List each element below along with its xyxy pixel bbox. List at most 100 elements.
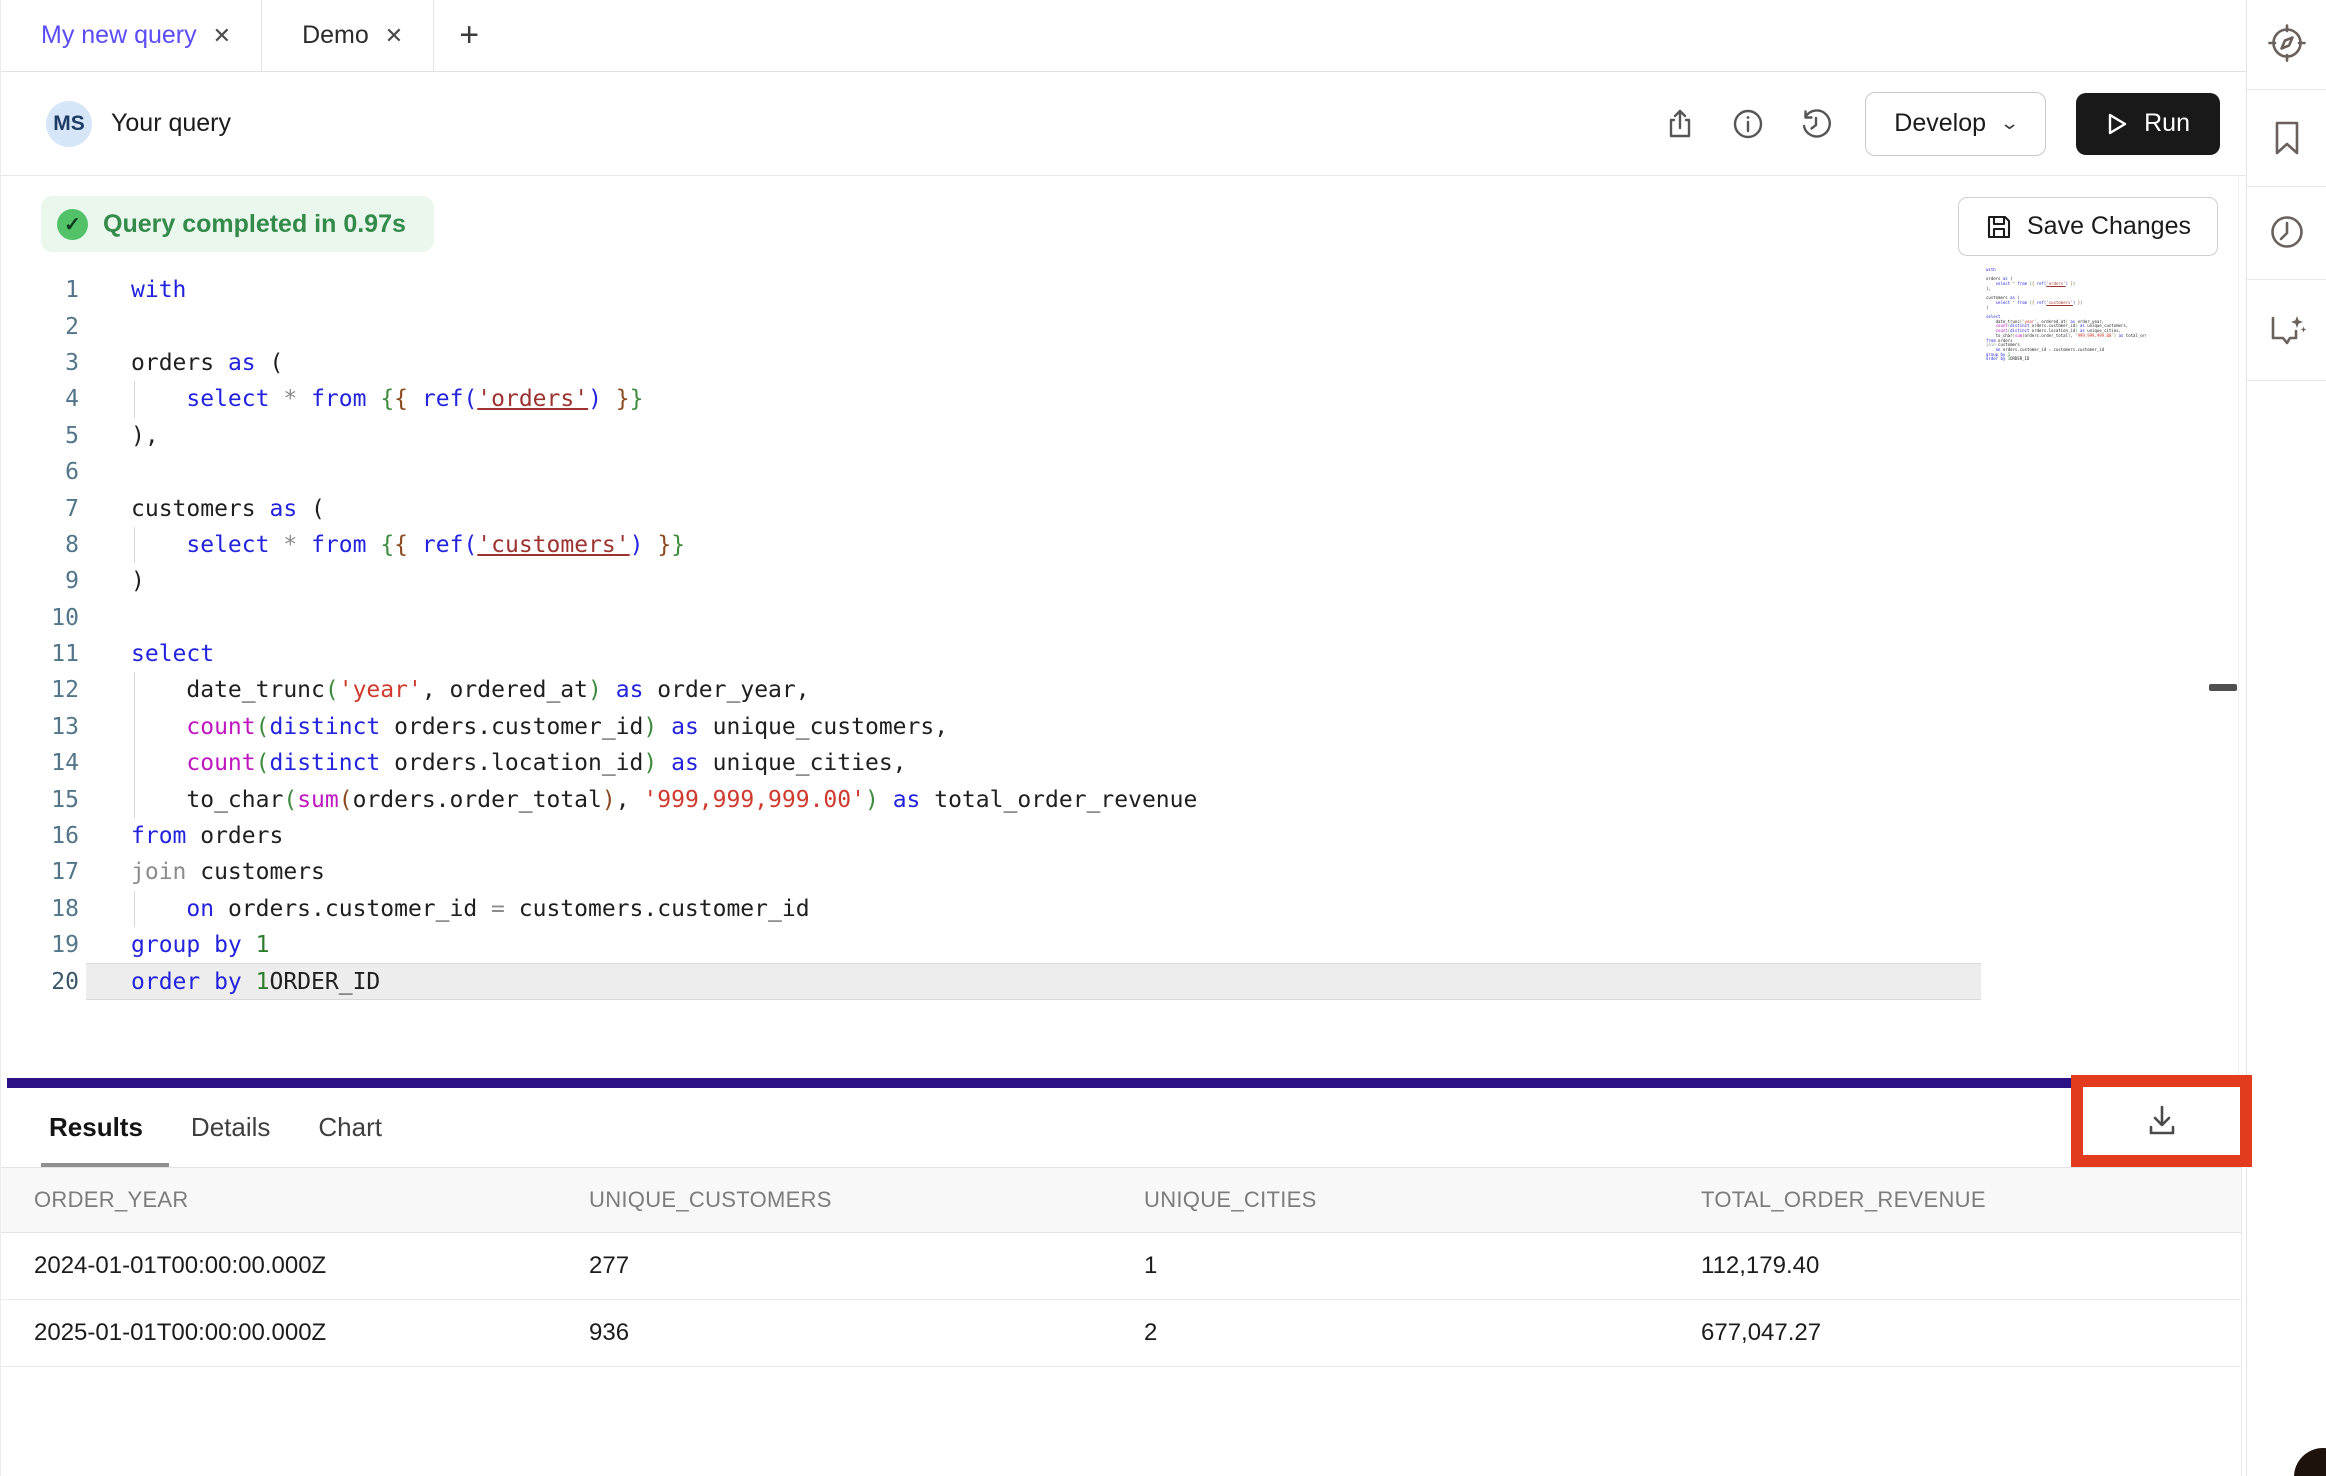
panel-resize-divider[interactable] (7, 1078, 2239, 1088)
line-number: 14 (1, 750, 79, 776)
tab-label: My new query (41, 21, 197, 50)
editor-tab-my-new-query[interactable]: My new query ✕ (1, 0, 262, 71)
code-line-6[interactable]: 6 (1, 454, 2246, 490)
code-text: to_char(sum(orders.order_total), '999,99… (131, 787, 1197, 813)
results-tab-chart[interactable]: Chart (318, 1112, 382, 1143)
status-text: Query completed in 0.97s (103, 210, 406, 239)
code-line-19[interactable]: 19 group by 1 (1, 927, 2246, 963)
code-line-9[interactable]: 9) (1, 563, 2246, 599)
main-panel: My new query ✕ Demo ✕ + MS Your query (1, 0, 2246, 1476)
line-number: 10 (1, 605, 79, 631)
table-cell: 1 (1144, 1252, 1701, 1280)
line-number: 4 (1, 386, 79, 412)
info-icon[interactable] (1729, 105, 1767, 143)
code-text: with (131, 277, 186, 303)
code-text: order by 1ORDER_ID (131, 969, 380, 995)
editor-minimap[interactable]: with orders as ( select * from {{ ref('o… (1986, 268, 2146, 378)
bookmark-icon[interactable] (2265, 116, 2309, 160)
table-cell: 2025-01-01T00:00:00.000Z (1, 1319, 589, 1347)
table-cell: 677,047.27 (1701, 1319, 2241, 1347)
run-button[interactable]: Run (2076, 93, 2220, 155)
code-line-5[interactable]: 5), (1, 418, 2246, 454)
editor-edge-divider (2238, 176, 2239, 1078)
results-tab-results[interactable]: Results (49, 1112, 143, 1143)
sidebar-divider (2247, 186, 2326, 187)
chat-sparkle-icon[interactable] (2265, 308, 2309, 352)
line-number: 11 (1, 641, 79, 667)
code-line-13[interactable]: 13 count(distinct orders.customer_id) as… (1, 709, 2246, 745)
line-number: 1 (1, 277, 79, 303)
run-label: Run (2144, 109, 2190, 138)
download-results-button[interactable] (2137, 1096, 2187, 1146)
chevron-down-icon: ⌄ (1999, 113, 2019, 134)
code-line-2[interactable]: 2 (1, 308, 2246, 344)
code-line-11[interactable]: 11select (1, 636, 2246, 672)
query-status-badge: ✓ Query completed in 0.97s (41, 196, 434, 252)
code-text: select * from {{ ref('orders') }} (131, 386, 644, 412)
tab-label: Demo (302, 21, 369, 50)
code-line-10[interactable]: 10 (1, 600, 2246, 636)
table-cell: 277 (589, 1252, 1144, 1280)
code-text: select * from {{ ref('customers') }} (131, 532, 685, 558)
code-line-16[interactable]: 16from orders (1, 818, 2246, 854)
line-number: 15 (1, 787, 79, 813)
code-line-18[interactable]: 18 on orders.customer_id = customers.cus… (1, 891, 2246, 927)
compass-icon[interactable] (2265, 21, 2309, 65)
code-line-8[interactable]: 8 select * from {{ ref('customers') }} (1, 527, 2246, 563)
sql-editor[interactable]: ✓ Query completed in 0.97s Save Changes … (1, 176, 2246, 1078)
new-tab-button[interactable]: + (434, 0, 504, 71)
page-title: Your query (111, 109, 231, 138)
table-cell: 112,179.40 (1701, 1252, 2241, 1280)
clock-icon[interactable] (2265, 210, 2309, 254)
play-icon (2106, 112, 2128, 136)
code-text: ) (131, 568, 145, 594)
line-number: 2 (1, 314, 79, 340)
table-row[interactable]: 2025-01-01T00:00:00.000Z9362677,047.27 (1, 1300, 2241, 1367)
avatar: MS (46, 101, 92, 147)
code-line-1[interactable]: 1 with (1, 272, 2246, 308)
tab-bar: My new query ✕ Demo ✕ + (1, 0, 2246, 72)
code-line-3[interactable]: 3orders as ( (1, 345, 2246, 381)
column-header: TOTAL_ORDER_REVENUE (1701, 1187, 2241, 1213)
code-text: group by 1 (131, 932, 270, 958)
sidebar-divider (2247, 279, 2326, 280)
column-header: UNIQUE_CITIES (1144, 1187, 1701, 1213)
develop-dropdown[interactable]: Develop ⌄ (1865, 92, 2046, 156)
results-table: ORDER_YEARUNIQUE_CUSTOMERSUNIQUE_CITIEST… (1, 1167, 2241, 1367)
code-text: ), (131, 423, 159, 449)
line-number: 17 (1, 859, 79, 885)
table-cell: 2024-01-01T00:00:00.000Z (1, 1252, 589, 1280)
code-line-4[interactable]: 4 select * from {{ ref('orders') }} (1, 381, 2246, 417)
results-tab-details[interactable]: Details (191, 1112, 270, 1143)
scrollbar-handle[interactable] (2209, 684, 2237, 691)
history-icon[interactable] (1797, 105, 1835, 143)
line-number: 7 (1, 496, 79, 522)
floppy-icon (1985, 213, 2013, 241)
save-changes-button[interactable]: Save Changes (1958, 197, 2218, 256)
line-number: 18 (1, 896, 79, 922)
code-line-17[interactable]: 17join customers (1, 854, 2246, 890)
close-icon[interactable]: ✕ (213, 25, 231, 47)
line-number: 9 (1, 568, 79, 594)
check-circle-icon: ✓ (57, 209, 88, 240)
right-sidebar (2246, 0, 2326, 1476)
annotation-highlight-rect (2071, 1075, 2252, 1167)
share-icon[interactable] (1661, 105, 1699, 143)
results-panel: Results Details Chart ORDER_YEARUNIQUE_CUS… (1, 1088, 2246, 1476)
code-line-20[interactable]: 20order by 1ORDER_ID (1, 963, 2246, 999)
code-text: on orders.customer_id = customers.custom… (131, 896, 810, 922)
table-row[interactable]: 2024-01-01T00:00:00.000Z2771112,179.40 (1, 1233, 2241, 1300)
close-icon[interactable]: ✕ (385, 25, 403, 47)
editor-tab-demo[interactable]: Demo ✕ (262, 0, 434, 71)
code-line-14[interactable]: 14 count(distinct orders.location_id) as… (1, 745, 2246, 781)
line-number: 19 (1, 932, 79, 958)
code-line-15[interactable]: 15 to_char(sum(orders.order_total), '999… (1, 781, 2246, 817)
code-area[interactable]: 1with23orders as (4 select * from {{ ref… (1, 272, 2246, 1000)
line-number: 8 (1, 532, 79, 558)
code-line-7[interactable]: 7customers as ( (1, 490, 2246, 526)
code-text: from orders (131, 823, 283, 849)
sidebar-divider (2247, 380, 2326, 381)
save-label: Save Changes (2027, 212, 2191, 241)
code-text: orders as ( (131, 350, 283, 376)
code-line-12[interactable]: 12 date_trunc('year', ordered_at) as ord… (1, 672, 2246, 708)
